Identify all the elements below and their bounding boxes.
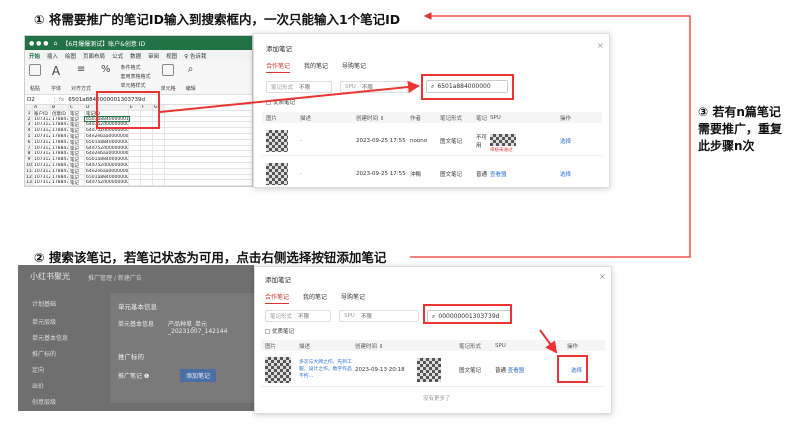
connector-arrows [159,12,691,354]
arrow-excel-to-search [159,81,420,113]
loop-connector [410,12,691,258]
arrow-to-select [539,329,558,354]
